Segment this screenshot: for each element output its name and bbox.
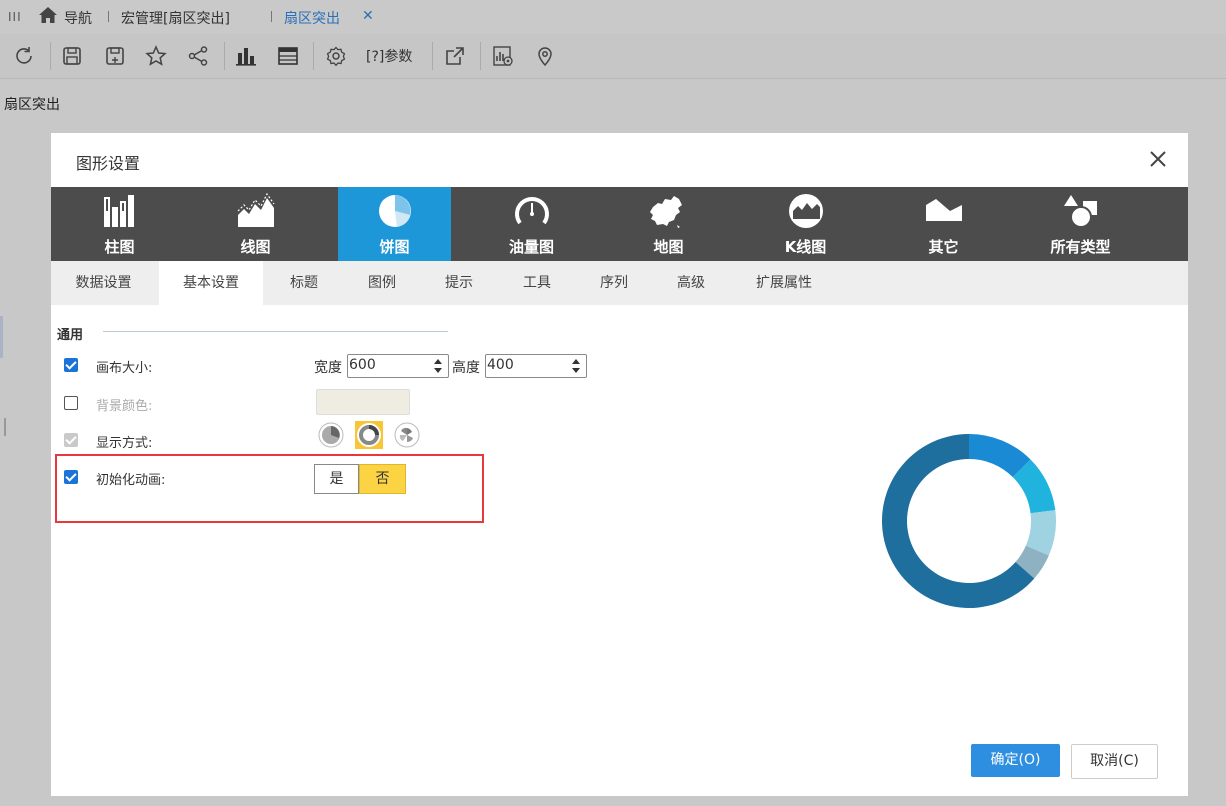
donut-mode-icon	[357, 423, 381, 447]
tab-sector-highlight[interactable]: 扇区突出	[284, 8, 340, 28]
section-divider	[103, 331, 448, 332]
home-icon[interactable]	[38, 6, 58, 24]
bg-color-checkbox[interactable]	[64, 396, 78, 410]
tab-separator	[108, 11, 109, 22]
export-icon[interactable]	[443, 44, 467, 68]
display-mode-checkbox	[64, 433, 78, 447]
spin-up-icon[interactable]	[434, 359, 442, 364]
settings-icon[interactable]	[324, 44, 348, 68]
line-chart-icon	[237, 193, 274, 227]
all-types-icon	[1063, 195, 1097, 228]
chart-type-kline[interactable]: K线图	[749, 187, 862, 261]
close-tab-icon[interactable]: ✕	[362, 8, 374, 24]
rose-mode-icon	[394, 422, 420, 448]
page-title: 扇区突出	[4, 97, 60, 113]
chart-type-label: 地图	[653, 238, 684, 256]
top-tab-bar: III 导航 宏管理[扇区突出] 扇区突出 ✕	[0, 0, 1226, 34]
close-icon[interactable]	[1148, 149, 1168, 169]
height-input[interactable]: 400	[485, 354, 587, 378]
chart-type-map[interactable]: 地图	[612, 187, 725, 261]
map-icon	[649, 196, 682, 228]
toolbar-separator	[224, 42, 225, 70]
tab-data-settings[interactable]: 数据设置	[61, 261, 146, 305]
bg-color-label: 背景颜色:	[96, 399, 153, 414]
chart-type-label: 油量图	[508, 238, 554, 256]
display-mode-rose[interactable]	[393, 421, 421, 449]
display-mode-donut[interactable]	[355, 421, 383, 449]
chart-type-gauge[interactable]: 油量图	[475, 187, 588, 261]
spin-up-icon[interactable]	[572, 359, 580, 364]
donut-chart-preview	[882, 434, 1056, 608]
height-value: 400	[487, 357, 514, 373]
save-as-icon[interactable]	[103, 44, 127, 68]
menu-icon[interactable]: III	[8, 10, 22, 24]
toolbar-separator	[50, 42, 51, 70]
home-tab-label[interactable]: 导航	[64, 8, 92, 28]
tab-basic-settings[interactable]: 基本设置	[159, 261, 263, 305]
tab-advanced[interactable]: 高级	[664, 261, 718, 305]
chart-settings-dialog: 图形设置 柱图 线图 饼图 油量图 地图 K线图 其它 所有类型 数据设置 基本…	[51, 133, 1188, 796]
chart-type-line-chart[interactable]: 线图	[199, 187, 312, 261]
params-button[interactable]: [?]参数	[366, 46, 412, 66]
save-icon[interactable]	[60, 44, 84, 68]
tab-macro-manage[interactable]: 宏管理[扇区突出]	[121, 8, 230, 28]
settings-subtabs: 数据设置 基本设置 标题 图例 提示 工具 序列 高级 扩展属性	[51, 261, 1188, 305]
display-mode-pie[interactable]	[317, 421, 345, 449]
canvas-size-checkbox[interactable]	[64, 358, 78, 372]
chart-type-all[interactable]: 所有类型	[1024, 187, 1137, 261]
kline-chart-icon	[788, 194, 823, 228]
chart-type-label: 柱图	[104, 238, 135, 256]
chart-type-bar: 柱图 线图 饼图 油量图 地图 K线图 其它 所有类型	[51, 187, 1188, 261]
tab-title[interactable]: 标题	[277, 261, 331, 305]
height-label: 高度	[452, 360, 480, 376]
chart-settings-icon[interactable]	[491, 44, 515, 68]
chart-type-other[interactable]: 其它	[887, 187, 1000, 261]
toolbar-separator	[313, 42, 314, 70]
tab-separator	[271, 11, 272, 22]
chart-type-label: 所有类型	[1050, 238, 1111, 256]
spin-down-icon[interactable]	[434, 368, 442, 373]
highlight-box	[55, 454, 484, 523]
chart-type-label: 其它	[928, 238, 959, 256]
table-icon[interactable]	[276, 44, 300, 68]
sidebar-edge	[0, 316, 3, 358]
toolbar-separator	[480, 42, 481, 70]
chart-type-label: K线图	[784, 238, 827, 256]
pie-chart-icon	[378, 195, 411, 227]
cancel-button[interactable]: 取消(C)	[1071, 744, 1158, 779]
tab-extended-properties[interactable]: 扩展属性	[748, 261, 820, 305]
chart-type-label: 饼图	[379, 238, 410, 256]
pie-mode-icon	[318, 422, 344, 448]
tab-tools[interactable]: 工具	[510, 261, 564, 305]
share-icon[interactable]	[186, 44, 210, 68]
section-label-general: 通用	[57, 328, 84, 343]
other-chart-icon	[925, 199, 962, 221]
gauge-icon	[514, 197, 549, 225]
canvas-size-label: 画布大小:	[96, 361, 153, 376]
sidebar-edge	[4, 418, 6, 436]
chart-type-label: 线图	[240, 238, 271, 256]
tab-series[interactable]: 序列	[587, 261, 641, 305]
width-label: 宽度	[314, 360, 342, 376]
display-mode-label: 显示方式:	[96, 436, 153, 451]
location-icon[interactable]	[533, 44, 557, 68]
bg-color-swatch[interactable]	[316, 389, 410, 415]
chart-type-pie-chart[interactable]: 饼图	[338, 187, 451, 261]
dialog-header: 图形设置	[51, 133, 1188, 187]
bar-chart-icon	[103, 195, 134, 227]
chart-type-bar-chart[interactable]: 柱图	[63, 187, 176, 261]
star-icon[interactable]	[144, 44, 168, 68]
width-value: 600	[349, 357, 376, 373]
width-input[interactable]: 600	[347, 354, 449, 378]
refresh-icon[interactable]	[12, 44, 36, 68]
dialog-title: 图形设置	[76, 154, 141, 173]
tab-legend[interactable]: 图例	[355, 261, 409, 305]
ok-button[interactable]: 确定(O)	[971, 744, 1060, 777]
toolbar: [?]参数	[0, 34, 1226, 79]
spin-down-icon[interactable]	[572, 368, 580, 373]
bar-chart-icon[interactable]	[234, 44, 258, 68]
tab-tooltip[interactable]: 提示	[432, 261, 486, 305]
toolbar-separator	[432, 42, 433, 70]
